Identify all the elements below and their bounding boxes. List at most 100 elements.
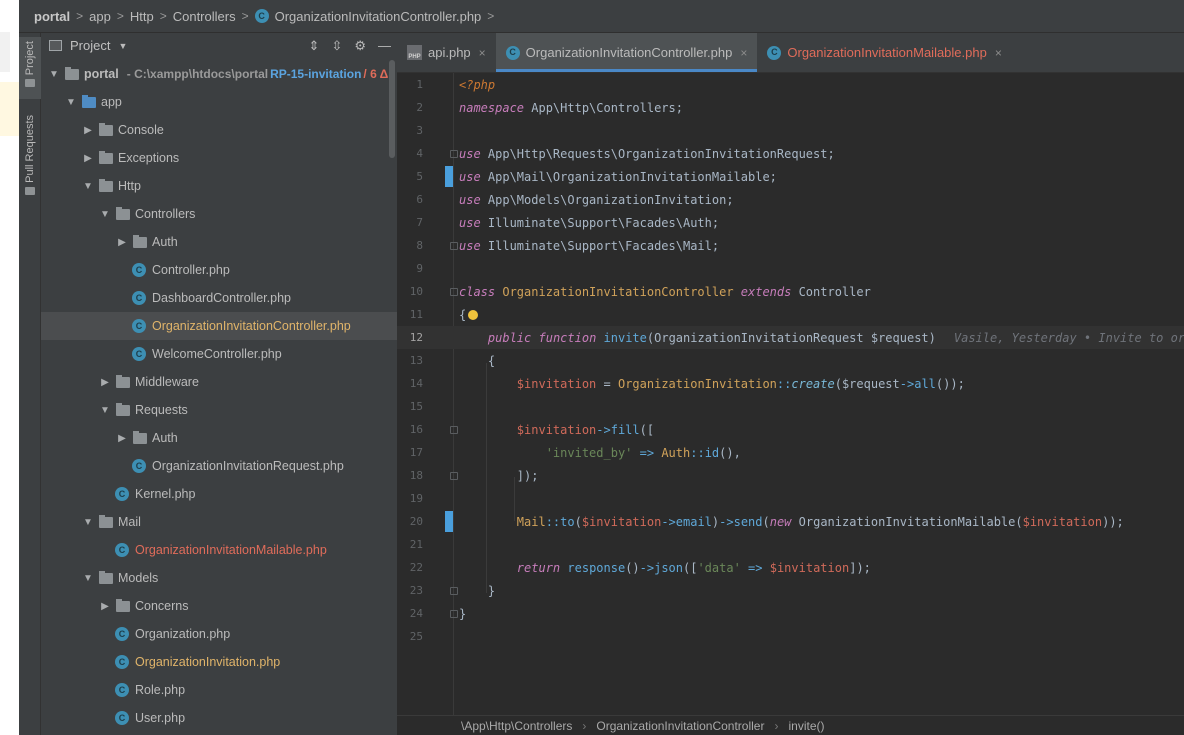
code-line[interactable]: 16 $invitation->fill([ — [397, 418, 1184, 441]
tree-item[interactable]: C DashboardController.php — [41, 284, 397, 312]
class-icon: C — [115, 543, 129, 557]
breadcrumb-item[interactable]: app — [89, 9, 111, 24]
tree-item[interactable]: C Kernel.php — [41, 480, 397, 508]
close-icon[interactable]: × — [740, 46, 747, 60]
breadcrumb-item[interactable]: Http — [130, 9, 154, 24]
code-line[interactable]: 9 — [397, 257, 1184, 280]
tree-item[interactable]: ▼ app — [41, 88, 397, 116]
chevron-right-icon[interactable]: ▶ — [81, 125, 95, 136]
code-line[interactable]: 3 — [397, 119, 1184, 142]
chevron-down-icon[interactable]: ▼ — [81, 517, 95, 528]
chevron-down-icon[interactable]: ▼ — [118, 41, 127, 51]
tree-item[interactable]: ▶ Console — [41, 116, 397, 144]
code-line[interactable]: 11 { — [397, 303, 1184, 326]
chevron-down-icon[interactable]: ▼ — [98, 405, 112, 416]
code-line[interactable]: 24} — [397, 602, 1184, 625]
project-tool-tab[interactable]: Project — [19, 37, 41, 99]
breadcrumb-item[interactable]: Controllers — [173, 9, 236, 24]
tree-item[interactable]: C OrganizationInvitation.php — [41, 648, 397, 676]
fold-marker-icon[interactable] — [450, 609, 458, 618]
tree-item[interactable]: C Role.php — [41, 676, 397, 704]
code-line[interactable]: 19 — [397, 487, 1184, 510]
close-icon[interactable]: × — [479, 46, 486, 60]
code-line[interactable]: 20 Mail::to($invitation->email)->send(ne… — [397, 510, 1184, 533]
code-line[interactable]: 15 — [397, 395, 1184, 418]
code-line[interactable]: 22 return response()->json(['data' => $i… — [397, 556, 1184, 579]
tree-item[interactable]: ▼ portal - C:\xampp\htdocs\portal RP-15-inv… — [41, 60, 397, 88]
code-line[interactable]: 25 — [397, 625, 1184, 648]
structure-crumb[interactable]: OrganizationInvitationController — [596, 719, 764, 733]
code-line[interactable]: 6 use App\Models\OrganizationInvitation; — [397, 188, 1184, 211]
code-line[interactable]: 1 <?php — [397, 73, 1184, 96]
project-tool-tab-label: Project — [24, 41, 36, 76]
tree-item[interactable]: C WelcomeController.php — [41, 340, 397, 368]
breadcrumb-item[interactable]: C OrganizationInvitationController.php — [254, 9, 481, 24]
fold-marker-icon[interactable] — [450, 471, 458, 480]
chevron-down-icon[interactable]: ▼ — [81, 181, 95, 192]
tree-item[interactable]: ▶ Middleware — [41, 368, 397, 396]
chevron-down-icon[interactable]: ▼ — [64, 97, 78, 108]
tree-item[interactable]: ▼ Mail — [41, 508, 397, 536]
gear-icon[interactable]: ⚙ — [354, 38, 366, 54]
structure-crumb[interactable]: \App\Http\Controllers — [461, 719, 572, 733]
tree-item[interactable]: ▼ Http — [41, 172, 397, 200]
tree-item[interactable]: C Controller.php — [41, 256, 397, 284]
code-line[interactable]: 18 ]); — [397, 464, 1184, 487]
code-line[interactable]: 21 — [397, 533, 1184, 556]
tree-item[interactable]: ▶ Auth — [41, 424, 397, 452]
collapse-all-icon[interactable]: ⇳ — [331, 38, 342, 54]
code-line[interactable]: 14 $invitation = OrganizationInvitation:… — [397, 372, 1184, 395]
chevron-right-icon[interactable]: ▶ — [115, 237, 129, 248]
tree-scrollbar[interactable] — [389, 60, 395, 158]
tree-item[interactable]: ▼ Models — [41, 564, 397, 592]
tree-item[interactable]: ▼ Controllers — [41, 200, 397, 228]
code-line[interactable]: 10 class OrganizationInvitationController… — [397, 280, 1184, 303]
code-line[interactable]: 13 { — [397, 349, 1184, 372]
fold-marker-icon[interactable] — [450, 287, 458, 296]
vcs-change-marker[interactable] — [445, 166, 453, 187]
code-line[interactable]: 23 } — [397, 579, 1184, 602]
code-line[interactable]: 17 'invited_by' => Auth::id(), — [397, 441, 1184, 464]
fold-marker-icon[interactable] — [450, 241, 458, 250]
code-line[interactable]: 4 use App\Http\Requests\OrganizationInvit… — [397, 142, 1184, 165]
project-panel-title[interactable]: Project — [70, 38, 110, 53]
editor-tab[interactable]: C OrganizationInvitationController.php × — [495, 33, 758, 72]
code-area[interactable]: 1 <?php 2 namespace App\Http\Controllers; 3 4… — [397, 73, 1184, 715]
code-line[interactable]: 5 use App\Mail\OrganizationInvitationMail… — [397, 165, 1184, 188]
chevron-right-icon[interactable]: ▶ — [81, 153, 95, 164]
tree-item[interactable]: C OrganizationInvitationController.php — [41, 312, 397, 340]
minimize-icon[interactable]: — — [378, 38, 391, 53]
close-icon[interactable]: × — [995, 46, 1002, 60]
chevron-down-icon[interactable]: ▼ — [81, 573, 95, 584]
chevron-right-icon[interactable]: ▶ — [98, 601, 112, 612]
tree-item[interactable]: C User.php — [41, 704, 397, 732]
fold-marker-icon[interactable] — [450, 586, 458, 595]
tree-item[interactable]: ▶ Exceptions — [41, 144, 397, 172]
tree-item[interactable]: ▼ Requests — [41, 396, 397, 424]
tree-item[interactable]: C OrganizationInvitationMailable.php — [41, 536, 397, 564]
pull-requests-tool-tab[interactable]: Pull Requests — [19, 115, 41, 201]
tree-item[interactable]: C OrganizationInvitationRequest.php — [41, 452, 397, 480]
code-line[interactable]: 2 namespace App\Http\Controllers; — [397, 96, 1184, 119]
editor-tab[interactable]: C OrganizationInvitationMailable.php × — [757, 33, 1011, 72]
editor-tab[interactable]: PHP api.php × — [397, 33, 496, 72]
code-line[interactable]: 8 use Illuminate\Support\Facades\Mail; — [397, 234, 1184, 257]
tree-item[interactable]: C Organization.php — [41, 620, 397, 648]
expand-all-icon[interactable]: ⇕ — [309, 38, 320, 54]
code-line[interactable]: 12 public function invite(OrganizationIn… — [397, 326, 1184, 349]
chevron-down-icon[interactable]: ▼ — [47, 69, 61, 80]
breadcrumb-item[interactable]: portal — [34, 9, 70, 24]
fold-marker-icon[interactable] — [450, 149, 458, 158]
folder-icon — [82, 94, 96, 108]
chevron-right-icon[interactable]: ▶ — [98, 377, 112, 388]
fold-marker-icon[interactable] — [450, 425, 458, 434]
chevron-down-icon[interactable]: ▼ — [98, 209, 112, 220]
chevron-right-icon: > — [487, 9, 495, 23]
vcs-change-marker[interactable] — [445, 511, 453, 532]
structure-crumb[interactable]: invite() — [788, 719, 824, 733]
code-line[interactable]: 7 use Illuminate\Support\Facades\Auth; — [397, 211, 1184, 234]
tree-item[interactable]: ▶ Concerns — [41, 592, 397, 620]
class-icon: C — [254, 9, 269, 23]
chevron-right-icon[interactable]: ▶ — [115, 433, 129, 444]
tree-item[interactable]: ▶ Auth — [41, 228, 397, 256]
